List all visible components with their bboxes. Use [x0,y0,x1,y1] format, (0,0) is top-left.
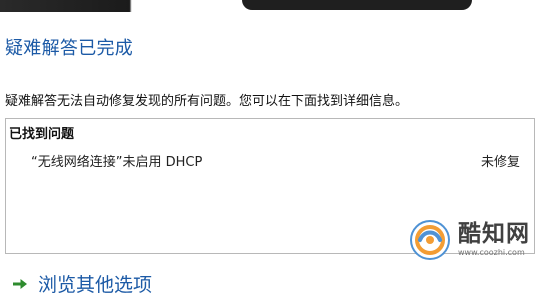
problem-name: “无线网络连接”未启用 DHCP [31,155,203,170]
description-text: 疑难解答无法自动修复发现的所有问题。您可以在下面找到详细信息。 [5,94,409,109]
problems-heading: 已找到问题 [9,127,75,142]
browse-other-options-label: 浏览其他选项 [38,274,153,296]
watermark-name: 酷知网 [458,221,530,247]
watermark: 酷知网 www.coozhi.com [408,218,530,262]
problem-row[interactable]: “无线网络连接”未启用 DHCP 未修复 [6,147,534,173]
coozhi-logo-icon [408,218,452,262]
watermark-url: www.coozhi.com [458,248,525,257]
problem-status: 未修复 [480,155,520,170]
window-top-bar [242,0,472,10]
browse-other-options-link[interactable]: 浏览其他选项 [12,270,152,297]
page-title: 疑难解答已完成 [5,38,134,59]
arrow-right-icon [12,276,28,292]
